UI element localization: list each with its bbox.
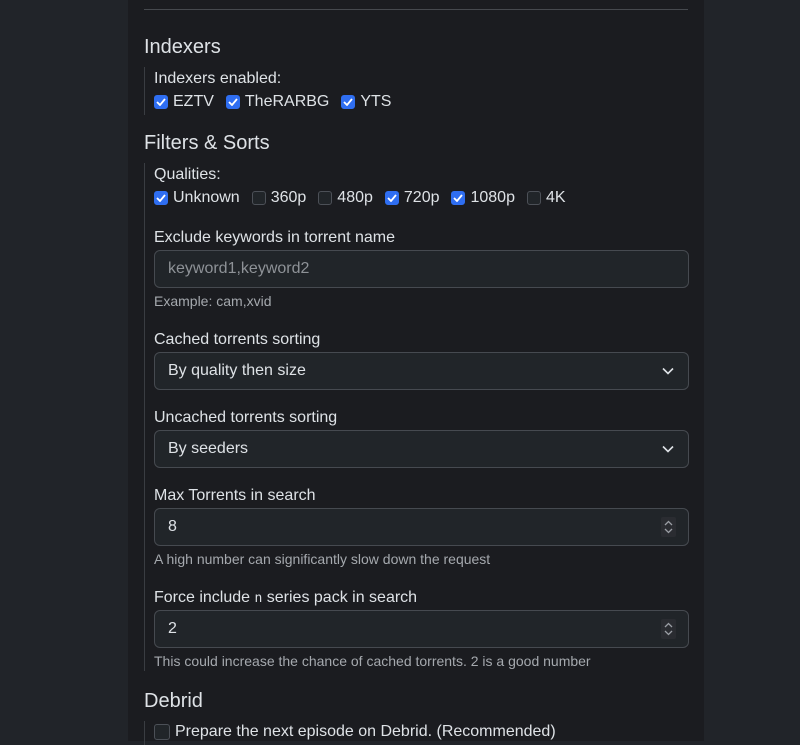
filters-group: Qualities: Unknown 360p 480p 720p 1080p [144,163,689,671]
indexer-eztv-checkbox[interactable]: EZTV [154,92,214,112]
uncached-sorting-value: By seeders [168,440,249,457]
indexer-label: YTS [360,93,392,110]
chevron-down-icon [662,367,674,375]
checkmark-icon [228,98,238,106]
settings-card: Indexers Indexers enabled: EZTV TheRARBG… [128,0,704,745]
debrid-group: Prepare the next episode on Debrid. (Rec… [144,721,688,745]
uncached-sorting-label: Uncached torrents sorting [154,409,338,426]
quality-label: Unknown [173,189,240,206]
checkbox-box[interactable] [526,191,541,205]
checkbox-box[interactable] [251,191,266,205]
indexers-options: EZTV TheRARBG YTS [154,92,403,112]
quality-360p-checkbox[interactable]: 360p [251,188,307,208]
debrid-title: Debrid [144,690,203,712]
max-torrents-value: 8 [168,518,177,535]
quality-720p-checkbox[interactable]: 720p [384,188,440,208]
max-torrents-label: Max Torrents in search [154,487,316,504]
quality-1080p-checkbox[interactable]: 1080p [451,188,515,208]
quality-label: 720p [403,189,440,206]
quality-label: 480p [337,189,373,206]
cached-sorting-label: Cached torrents sorting [154,331,321,348]
force-include-value: 2 [168,620,177,637]
checkbox-box[interactable] [318,191,333,205]
indexer-yts-checkbox[interactable]: YTS [341,92,391,112]
prepare-next-episode-checkbox[interactable]: Prepare the next episode on Debrid. (Rec… [154,722,556,742]
spinner-arrows-icon [664,622,673,636]
qualities-label: Qualities: [154,166,221,183]
quality-label: 4K [545,189,566,206]
exclude-keywords-label: Exclude keywords in torrent name [154,229,395,246]
force-include-help: This could increase the chance of cached… [154,653,591,669]
number-spinner[interactable] [661,517,676,537]
indexers-title: Indexers [144,36,221,58]
checkbox-box[interactable] [154,191,168,205]
quality-unknown-checkbox[interactable]: Unknown [154,188,240,208]
uncached-sorting-select[interactable]: By seeders [154,430,689,468]
number-spinner[interactable] [661,619,676,639]
debrid-options: Prepare the next episode on Debrid. (Rec… [154,722,568,742]
checkmark-icon [453,194,464,202]
quality-4k-checkbox[interactable]: 4K [526,188,566,208]
checkbox-box[interactable] [154,724,170,740]
force-include-label: Force include n series pack in search [154,588,417,609]
chevron-down-icon [662,445,674,453]
exclude-keywords-input[interactable]: keyword1,keyword2 [154,250,689,288]
checkmark-icon [156,98,166,106]
checkmark-icon [387,194,397,202]
checkbox-box[interactable] [384,191,399,205]
quality-label: 1080p [470,189,515,206]
quality-label: 360p [270,189,307,206]
qualities-options: Unknown 360p 480p 720p 1080p 4K [154,188,578,208]
filters-title: Filters & Sorts [144,132,270,154]
indexer-label: TheRARBG [244,93,330,110]
indexers-group: Indexers enabled: EZTV TheRARBG YTS [144,67,688,115]
exclude-keywords-help: Example: cam,xvid [154,293,272,309]
exclude-keywords-placeholder: keyword1,keyword2 [168,260,310,277]
indexer-therarbg-checkbox[interactable]: TheRARBG [225,92,330,112]
force-include-label-pre: Force include [154,589,255,606]
checkmark-icon [156,194,166,202]
cached-sorting-select[interactable]: By quality then size [154,352,689,390]
checkmark-icon [343,98,354,106]
checkbox-box[interactable] [341,95,356,109]
checkbox-box[interactable] [154,95,168,109]
cached-sorting-value: By quality then size [168,362,306,379]
force-include-input[interactable]: 2 [154,610,689,648]
checkbox-box[interactable] [451,191,466,205]
indexer-label: EZTV [173,93,214,110]
spinner-arrows-icon [664,520,673,534]
force-include-label-post: series pack in search [262,589,418,606]
checkbox-box[interactable] [225,95,240,109]
prepare-next-episode-label: Prepare the next episode on Debrid. (Rec… [175,723,556,740]
quality-480p-checkbox[interactable]: 480p [318,188,373,208]
max-torrents-input[interactable]: 8 [154,508,689,546]
indexers-enabled-label: Indexers enabled: [154,70,282,87]
divider [144,9,688,10]
max-torrents-help: A high number can significantly slow dow… [154,551,491,567]
